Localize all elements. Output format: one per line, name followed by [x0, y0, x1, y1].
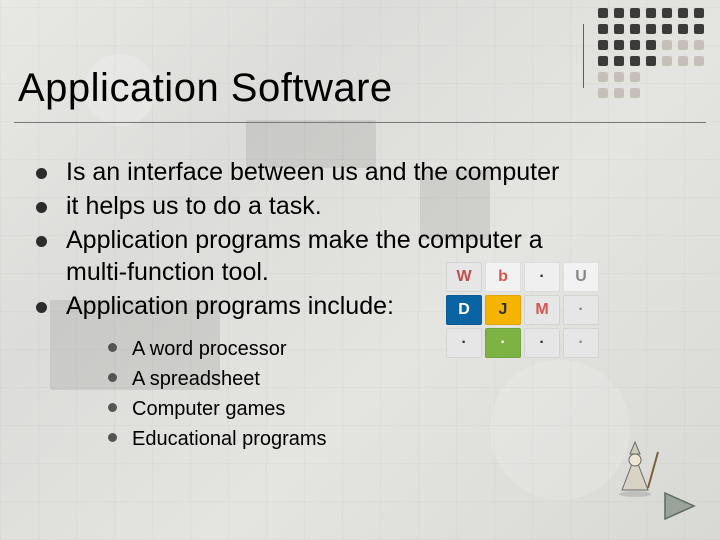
list-item: it helps us to do a task.	[36, 190, 570, 222]
clipart-wizard	[608, 440, 662, 498]
list-item-text: Is an interface between us and the compu…	[66, 158, 559, 186]
next-slide-button[interactable]	[662, 490, 702, 522]
app-icon: J	[485, 295, 521, 325]
title-rule	[14, 122, 706, 123]
bullet-icon	[36, 202, 47, 213]
list-item-text: Application programs include:	[66, 292, 394, 320]
app-icon: ·	[563, 328, 599, 358]
list-item-text: it helps us to do a task.	[66, 192, 322, 220]
bullet-icon	[36, 236, 47, 247]
app-icon: ·	[524, 328, 560, 358]
bullet-icon	[36, 168, 47, 179]
list-item: Educational programs	[108, 424, 570, 454]
list-item-text: Computer games	[132, 398, 285, 420]
play-forward-icon	[662, 490, 702, 522]
app-icon: ·	[563, 295, 599, 325]
app-icons-grid: W b · U D J M · · · · ·	[446, 262, 599, 358]
list-item-text: Educational programs	[132, 428, 327, 450]
app-icon: ·	[524, 262, 560, 292]
app-icon: D	[446, 295, 482, 325]
bullet-icon	[108, 373, 117, 382]
bullet-icon	[108, 343, 117, 352]
list-item-text: A spreadsheet	[132, 368, 260, 390]
app-icon: W	[446, 262, 482, 292]
list-item: A spreadsheet	[108, 364, 570, 394]
bullet-icon	[36, 302, 47, 313]
app-icon: U	[563, 262, 599, 292]
list-item-text: A word processor	[132, 338, 287, 360]
app-icon: ·	[446, 328, 482, 358]
app-icon: b	[485, 262, 521, 292]
corner-dot-matrix	[598, 8, 706, 100]
list-item: Is an interface between us and the compu…	[36, 156, 570, 188]
app-icon: ·	[485, 328, 521, 358]
bullet-icon	[108, 403, 117, 412]
list-item: Computer games	[108, 394, 570, 424]
corner-separator	[583, 24, 584, 88]
bullet-icon	[108, 433, 117, 442]
slide-title: Application Software	[18, 66, 393, 111]
app-icon: M	[524, 295, 560, 325]
